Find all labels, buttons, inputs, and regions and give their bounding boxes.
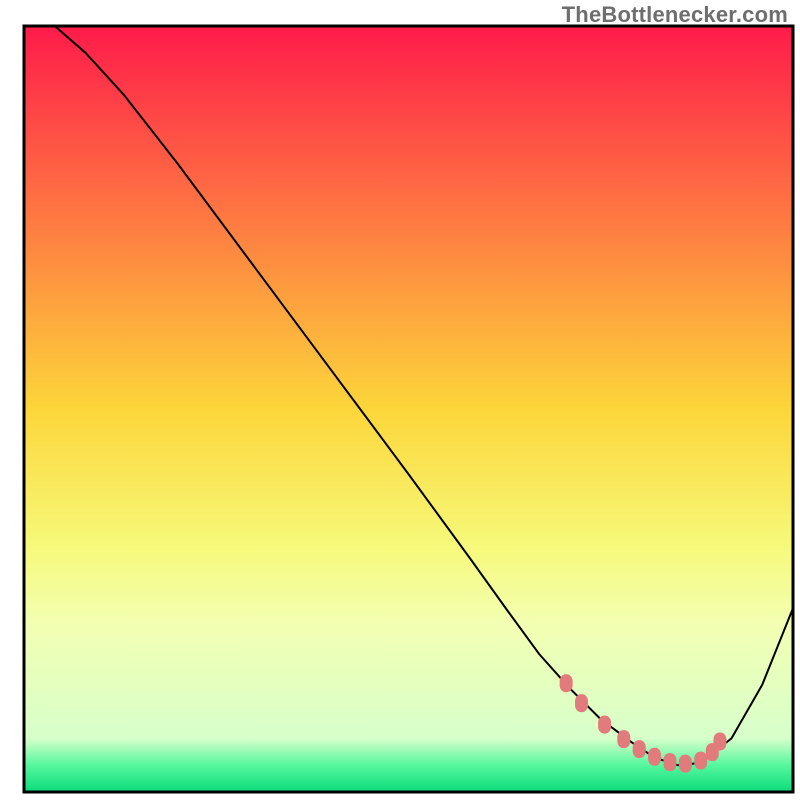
series-highlight-dots-point <box>713 732 726 750</box>
series-highlight-dots-point <box>617 730 630 748</box>
series-highlight-dots-point <box>663 753 676 771</box>
bottleneck-chart <box>0 0 800 800</box>
series-highlight-dots-point <box>633 740 646 758</box>
chart-gradient-bg <box>24 26 793 792</box>
series-highlight-dots-point <box>598 716 611 734</box>
series-highlight-dots-point <box>560 674 573 692</box>
chart-container: TheBottleneсker.com <box>0 0 800 800</box>
series-highlight-dots-point <box>679 755 692 773</box>
series-highlight-dots-point <box>648 748 661 766</box>
series-highlight-dots-point <box>694 752 707 770</box>
series-highlight-dots-point <box>575 694 588 712</box>
